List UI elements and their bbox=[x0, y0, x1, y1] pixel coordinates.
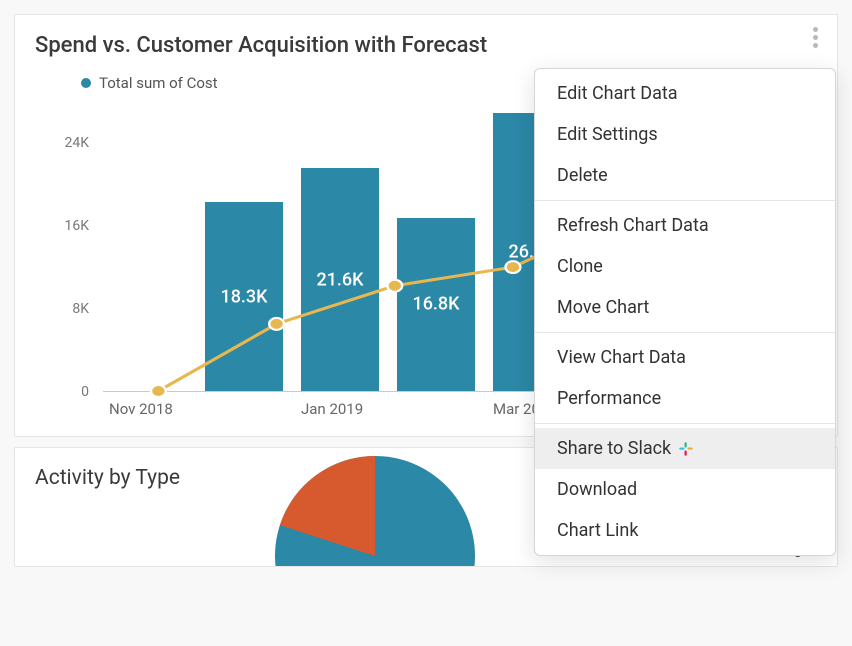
bar-label: 21.6K bbox=[316, 269, 363, 290]
menu-group: Edit Chart Data Edit Settings Delete bbox=[535, 69, 835, 200]
menu-group: Refresh Chart Data Clone Move Chart bbox=[535, 201, 835, 332]
menu-performance[interactable]: Performance bbox=[535, 378, 835, 419]
x-tick: Nov 2018 bbox=[109, 396, 187, 422]
menu-edit-chart-data[interactable]: Edit Chart Data bbox=[535, 73, 835, 114]
menu-move-chart[interactable]: Move Chart bbox=[535, 287, 835, 328]
chart-title: Spend vs. Customer Acquisition with Fore… bbox=[35, 33, 817, 58]
pie-chart bbox=[275, 456, 475, 567]
menu-view-chart-data[interactable]: View Chart Data bbox=[535, 337, 835, 378]
menu-share-to-slack[interactable]: Share to Slack bbox=[535, 428, 835, 469]
menu-item-label: Share to Slack bbox=[557, 438, 671, 459]
y-tick: 16K bbox=[64, 218, 89, 234]
x-tick bbox=[397, 396, 475, 422]
bar: 18.3K bbox=[205, 202, 283, 391]
menu-refresh-chart-data[interactable]: Refresh Chart Data bbox=[535, 205, 835, 246]
menu-download[interactable]: Download bbox=[535, 469, 835, 510]
y-tick: 24K bbox=[64, 135, 89, 151]
legend-label: Total sum of Cost bbox=[99, 74, 218, 92]
kebab-dot bbox=[813, 35, 818, 40]
chart-options-menu: Edit Chart Data Edit Settings Delete Ref… bbox=[534, 68, 836, 556]
menu-chart-link[interactable]: Chart Link bbox=[535, 510, 835, 551]
menu-edit-settings[interactable]: Edit Settings bbox=[535, 114, 835, 155]
x-tick: Jan 2019 bbox=[301, 396, 379, 422]
y-tick: 0 bbox=[81, 384, 89, 400]
slack-icon bbox=[677, 440, 695, 458]
y-axis: 24K 16K 8K 0 bbox=[45, 102, 97, 392]
kebab-dot bbox=[813, 27, 818, 32]
kebab-dot bbox=[813, 43, 818, 48]
menu-delete[interactable]: Delete bbox=[535, 155, 835, 196]
menu-group: View Chart Data Performance bbox=[535, 333, 835, 423]
menu-group: Share to Slack Download Chart Link bbox=[535, 424, 835, 555]
bar: 21.6K bbox=[301, 168, 379, 391]
menu-clone[interactable]: Clone bbox=[535, 246, 835, 287]
y-tick: 8K bbox=[72, 301, 89, 317]
bar-label: 18.3K bbox=[220, 286, 267, 307]
bar: 16.8K bbox=[397, 218, 475, 391]
chart-options-button[interactable] bbox=[803, 25, 827, 49]
bar-label: 16.8K bbox=[412, 294, 459, 315]
legend-dot-icon bbox=[81, 78, 91, 88]
x-tick bbox=[205, 396, 283, 422]
